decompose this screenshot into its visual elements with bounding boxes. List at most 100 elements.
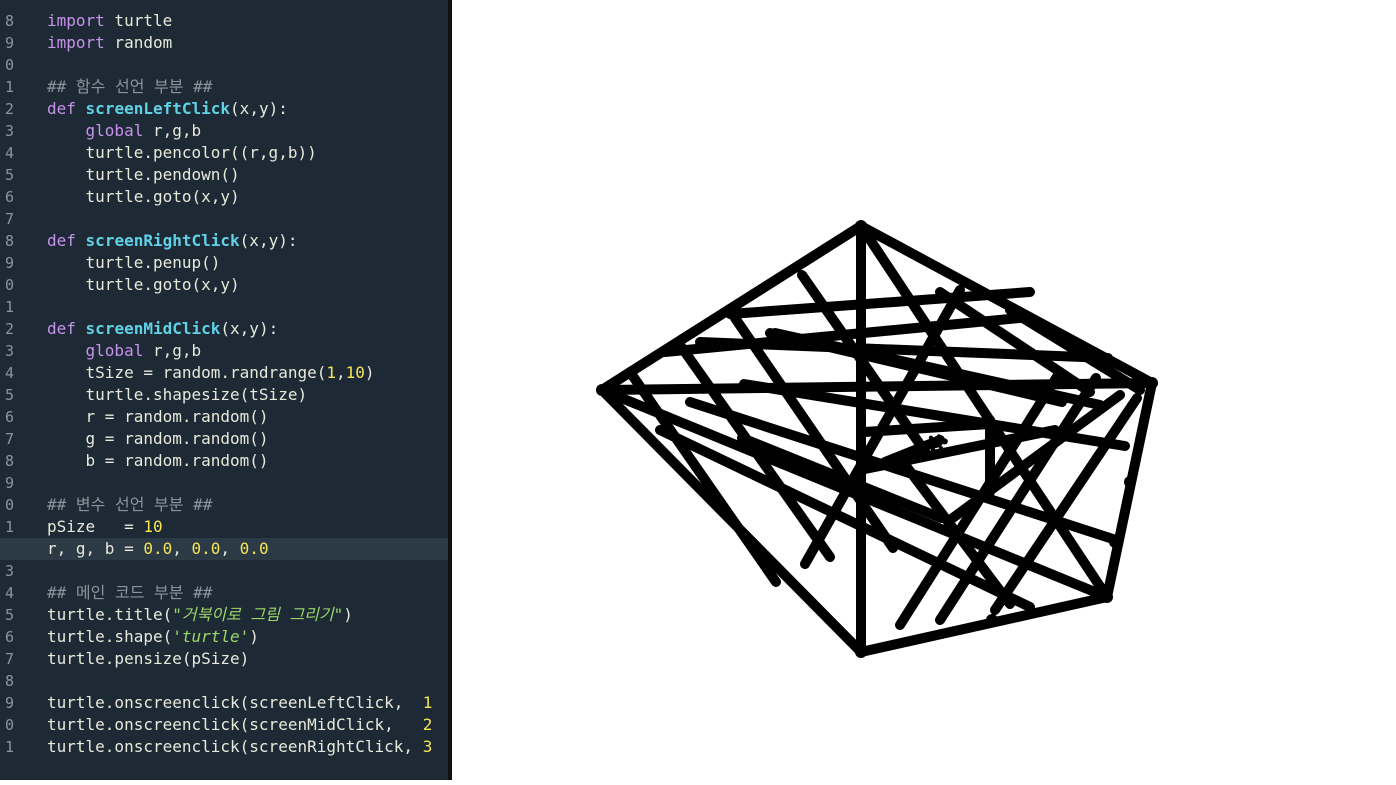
code-text: , <box>172 539 192 558</box>
code-line[interactable]: r, g, b = 0.0, 0.0, 0.0 <box>47 538 269 560</box>
code-editor[interactable]: 8 9 0 1 2 3 4 5 6 7 8 9 0 1 2 3 4 5 6 7 8 9 0 1 2 3 4 5 6 7 8 9 0 1 impor… <box>0 0 448 780</box>
code-text: ) <box>343 605 353 624</box>
line-number: 0 <box>4 56 14 74</box>
code-text: r = random.random() <box>47 407 269 426</box>
code-string: "거북이로 그림 그리기" <box>172 605 344 624</box>
code-line[interactable]: turtle.onscreenclick(screenRightClick, 3 <box>47 736 432 758</box>
code-function-name: screenRightClick <box>85 231 240 250</box>
code-line[interactable]: def screenLeftClick(x,y): <box>47 98 288 120</box>
line-number: 3 <box>4 122 14 140</box>
code-line[interactable]: ## 변수 선언 부분 ## <box>47 494 212 516</box>
code-line[interactable]: turtle.shapesize(tSize) <box>47 384 308 406</box>
code-number: 1 <box>422 693 433 712</box>
code-text: ) <box>249 627 259 646</box>
code-line[interactable]: turtle.pensize(pSize) <box>47 648 249 670</box>
vertex-dot <box>855 220 867 232</box>
code-line[interactable]: def screenRightClick(x,y): <box>47 230 297 252</box>
line-number: 6 <box>4 408 14 426</box>
code-line[interactable]: pSize = 10 <box>47 516 163 538</box>
code-string: 'turtle' <box>172 627 250 646</box>
code-line[interactable]: def screenMidClick(x,y): <box>47 318 278 340</box>
line-number: 9 <box>4 694 14 712</box>
code-text: ) <box>364 363 375 382</box>
line-number-gutter: 8901234567890123456789012345678901 <box>0 0 38 780</box>
code-text: turtle.onscreenclick(screenLeftClick, <box>47 693 423 712</box>
line-number: 6 <box>4 628 14 646</box>
code-number: 0.0 <box>239 539 269 558</box>
line-number: 4 <box>4 584 14 602</box>
code-line[interactable]: turtle.goto(x,y) <box>47 274 240 296</box>
line-number: 0 <box>4 496 14 514</box>
code-line[interactable]: r = random.random() <box>47 406 269 428</box>
code-line[interactable]: b = random.random() <box>47 450 269 472</box>
code-function-name: screenLeftClick <box>85 99 231 118</box>
code-text: pSize = <box>47 517 144 536</box>
line-number: 7 <box>4 210 14 228</box>
code-text: g = random.random() <box>47 429 269 448</box>
line-number: 6 <box>4 188 14 206</box>
code-line[interactable]: turtle.onscreenclick(screenLeftClick, 1 <box>47 692 432 714</box>
code-text: (x,y): <box>230 99 288 118</box>
line-number: 9 <box>4 34 14 52</box>
code-function-name: screenMidClick <box>85 319 221 338</box>
code-keyword: import <box>47 33 105 52</box>
line-number: 4 <box>4 144 14 162</box>
code-text: turtle.goto(x,y) <box>47 275 240 294</box>
code-line[interactable]: import turtle <box>47 10 172 32</box>
code-comment: ## 변수 선언 부분 ## <box>47 495 213 514</box>
code-line[interactable]: ## 함수 선언 부분 ## <box>47 76 212 98</box>
vertex-dot <box>1109 536 1121 548</box>
turtle-canvas[interactable] <box>452 0 1396 780</box>
code-line[interactable]: turtle.onscreenclick(screenMidClick, 2 <box>47 714 432 736</box>
line-number: 8 <box>4 232 14 250</box>
code-comment: ## 함수 선언 부분 ## <box>47 77 213 96</box>
code-text: r, g, b = <box>47 539 144 558</box>
line-number: 2 <box>4 320 14 338</box>
code-text: turtle.pensize(pSize) <box>47 649 250 668</box>
code-line[interactable]: ## 메인 코드 부분 ## <box>47 582 212 604</box>
vertex-dot <box>1146 377 1158 389</box>
line-number: 5 <box>4 606 14 624</box>
code-line[interactable]: turtle.pendown() <box>47 164 240 186</box>
line-number: 0 <box>4 276 14 294</box>
code-comment: ## 메인 코드 부분 ## <box>47 583 213 602</box>
code-text: r,g,b <box>143 121 202 140</box>
code-keyword: global <box>85 121 144 140</box>
code-number: 1 <box>326 363 336 382</box>
code-text: turtle.pendown() <box>47 165 240 184</box>
vertex-dot <box>1124 476 1136 488</box>
code-text: turtle.pencolor((r,g,b)) <box>47 143 317 162</box>
code-line[interactable]: turtle.penup() <box>47 252 221 274</box>
code-line[interactable]: turtle.goto(x,y) <box>47 186 240 208</box>
code-text: turtle <box>104 11 173 30</box>
line-number: 9 <box>4 474 14 492</box>
code-text: , <box>220 539 240 558</box>
line-number: 7 <box>4 430 14 448</box>
code-number: 2 <box>422 715 433 734</box>
code-line[interactable]: tSize = random.randrange(1,10) <box>47 362 375 384</box>
code-line[interactable]: turtle.pencolor((r,g,b)) <box>47 142 317 164</box>
code-text: b = random.random() <box>47 451 269 470</box>
code-keyword: def <box>47 319 76 338</box>
code-number: 10 <box>143 517 163 536</box>
line-number: 4 <box>4 364 14 382</box>
code-number: 0.0 <box>143 539 173 558</box>
code-line[interactable]: g = random.random() <box>47 428 269 450</box>
code-line[interactable]: global r,g,b <box>47 340 202 362</box>
code-text: turtle.onscreenclick(screenMidClick, <box>47 715 423 734</box>
code-line[interactable]: global r,g,b <box>47 120 202 142</box>
code-line[interactable]: turtle.title("거북이로 그림 그리기") <box>47 604 353 626</box>
line-number: 7 <box>4 650 14 668</box>
line-number: 1 <box>4 518 14 536</box>
code-keyword: global <box>85 341 144 360</box>
vertex-dot <box>596 384 608 396</box>
line-number: 9 <box>4 254 14 272</box>
code-text: turtle.title( <box>47 605 173 624</box>
code-line[interactable]: turtle.shape('turtle') <box>47 626 259 648</box>
code-number: 10 <box>345 363 365 382</box>
line-number: 1 <box>4 298 14 316</box>
code-line[interactable]: import random <box>47 32 172 54</box>
line-number: 5 <box>4 166 14 184</box>
